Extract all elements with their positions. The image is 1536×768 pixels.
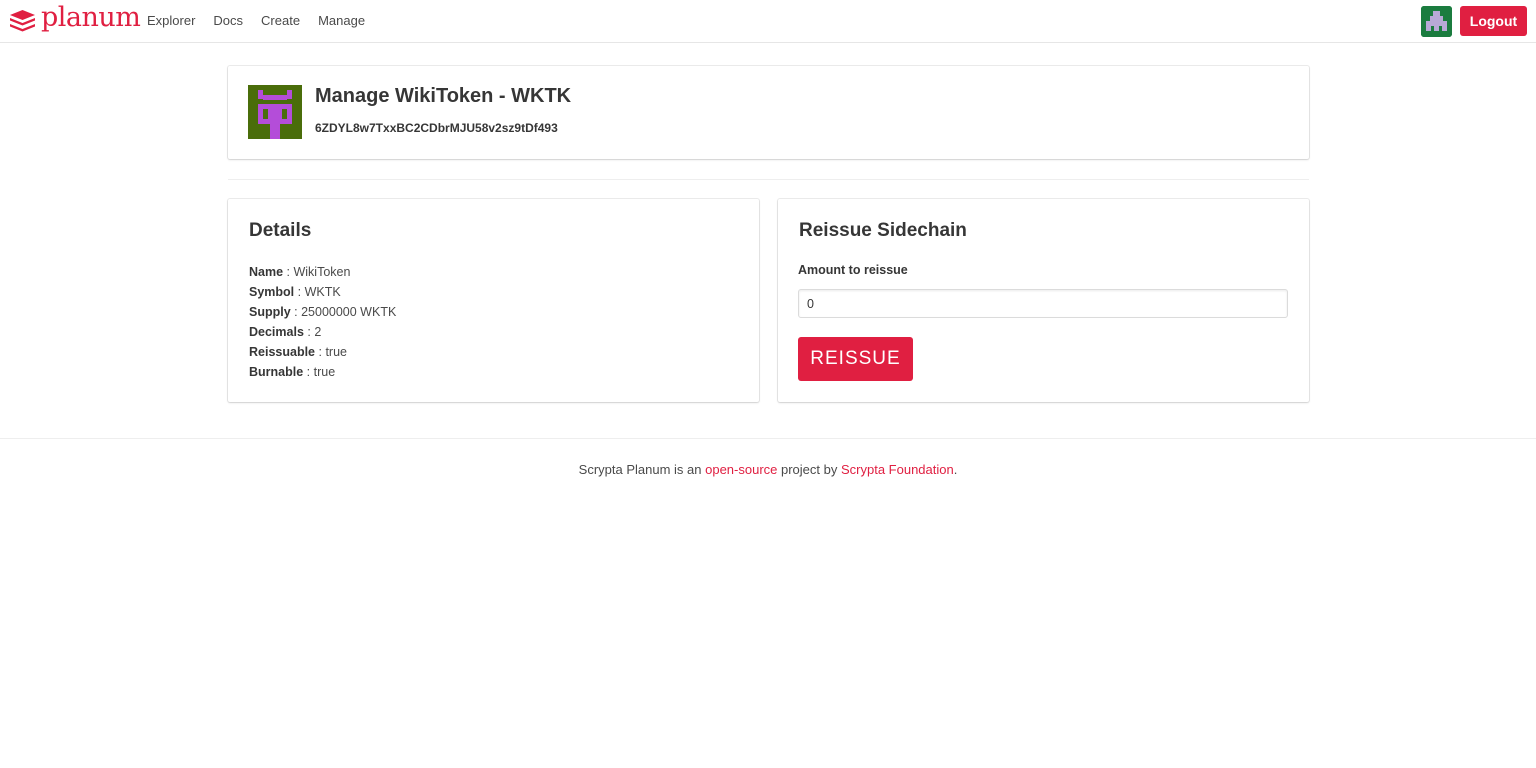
user-identicon[interactable] xyxy=(1421,6,1452,37)
token-identicon xyxy=(248,85,302,139)
details-list: Name : WikiToken Symbol : WKTK Supply : … xyxy=(249,262,396,382)
details-card: Details Name : WikiToken Symbol : WKTK S… xyxy=(228,199,759,402)
detail-label: Decimals xyxy=(249,325,304,339)
detail-row-reissuable: Reissuable : true xyxy=(249,345,347,359)
footer: Scrypta Planum is an open-source project… xyxy=(0,438,1536,510)
detail-label: Burnable xyxy=(249,365,304,379)
detail-value: true xyxy=(325,345,347,359)
nav-link-manage[interactable]: Manage xyxy=(309,0,374,42)
scrypta-foundation-link[interactable]: Scrypta Foundation xyxy=(841,462,954,477)
footer-suffix: . xyxy=(953,462,958,477)
page-title: Manage WikiToken - WKTK xyxy=(315,85,572,107)
brand-link[interactable]: planum xyxy=(10,2,141,36)
footer-middle: project by xyxy=(777,462,841,477)
nav-links: Explorer Docs Create Manage xyxy=(138,0,374,42)
detail-label: Reissuable xyxy=(249,345,316,359)
reissue-card: Reissue Sidechain Amount to reissue REIS… xyxy=(778,199,1309,402)
detail-value: true xyxy=(313,365,336,379)
nav-link-explorer[interactable]: Explorer xyxy=(138,0,204,42)
detail-value: WKTK xyxy=(304,285,341,299)
footer-text: Scrypta Planum is an open-source project… xyxy=(0,462,1536,477)
navbar: planum Explorer Docs Create Manage Logou… xyxy=(0,0,1536,43)
planum-logo-icon xyxy=(10,10,35,32)
detail-value: WikiToken xyxy=(293,265,351,279)
detail-label: Supply xyxy=(249,305,291,319)
detail-value: 25000000 WKTK xyxy=(301,305,397,319)
detail-label: Symbol xyxy=(249,285,295,299)
footer-prefix: Scrypta Planum is an xyxy=(578,462,706,477)
divider xyxy=(228,179,1309,180)
details-title: Details xyxy=(249,220,312,241)
token-address: 6ZDYL8w7TxxBC2CDbrMJU58v2sz9tDf493 xyxy=(315,121,558,135)
token-header-card: Manage WikiToken - WKTK 6ZDYL8w7TxxBC2CD… xyxy=(228,66,1309,159)
detail-row-name: Name : WikiToken xyxy=(249,265,351,279)
detail-row-decimals: Decimals : 2 xyxy=(249,325,322,339)
detail-row-burnable: Burnable : true xyxy=(249,365,336,379)
detail-value: 2 xyxy=(314,325,322,339)
open-source-link[interactable]: open-source xyxy=(705,462,777,477)
reissue-button[interactable]: REISSUE xyxy=(798,337,913,381)
identicon-icon xyxy=(1421,6,1452,37)
amount-input[interactable] xyxy=(798,289,1288,318)
logout-button[interactable]: Logout xyxy=(1460,6,1527,36)
amount-label: Amount to reissue xyxy=(798,263,908,277)
nav-link-docs[interactable]: Docs xyxy=(204,0,252,42)
reissue-title: Reissue Sidechain xyxy=(799,220,967,241)
nav-link-create[interactable]: Create xyxy=(252,0,309,42)
detail-row-symbol: Symbol : WKTK xyxy=(249,285,341,299)
brand-name: planum xyxy=(41,2,141,33)
detail-label: Name xyxy=(249,265,284,279)
detail-row-supply: Supply : 25000000 WKTK xyxy=(249,305,397,319)
